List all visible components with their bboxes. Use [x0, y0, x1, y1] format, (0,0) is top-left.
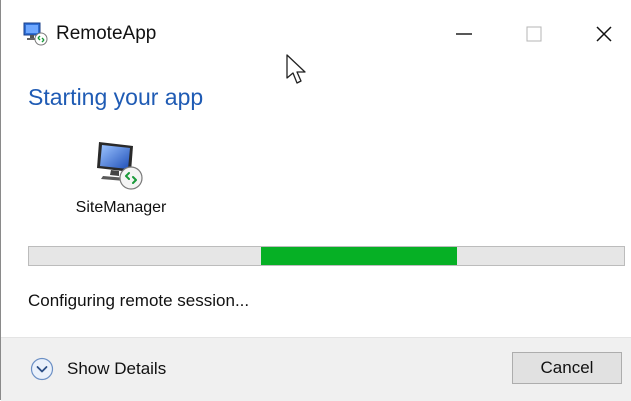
cancel-button[interactable]: Cancel	[512, 352, 622, 384]
window-title: RemoteApp	[56, 23, 157, 44]
show-details-label: Show Details	[67, 359, 167, 378]
minimize-button[interactable]	[441, 12, 487, 56]
progress-bar	[28, 246, 625, 266]
remote-desktop-monitor-icon	[93, 138, 149, 194]
footer-bar: Show Details Cancel	[1, 337, 631, 401]
remoteapp-icon	[23, 22, 49, 46]
title-bar[interactable]: RemoteApp	[1, 0, 631, 62]
status-text: Configuring remote session...	[28, 291, 250, 310]
close-button[interactable]	[581, 12, 627, 56]
maximize-button[interactable]	[511, 12, 557, 56]
progress-bar-fill	[261, 247, 457, 265]
remoteapp-window: RemoteApp Starting your app SiteManager …	[0, 0, 631, 401]
app-name: SiteManager	[75, 199, 167, 216]
page-heading: Starting your app	[28, 84, 204, 110]
